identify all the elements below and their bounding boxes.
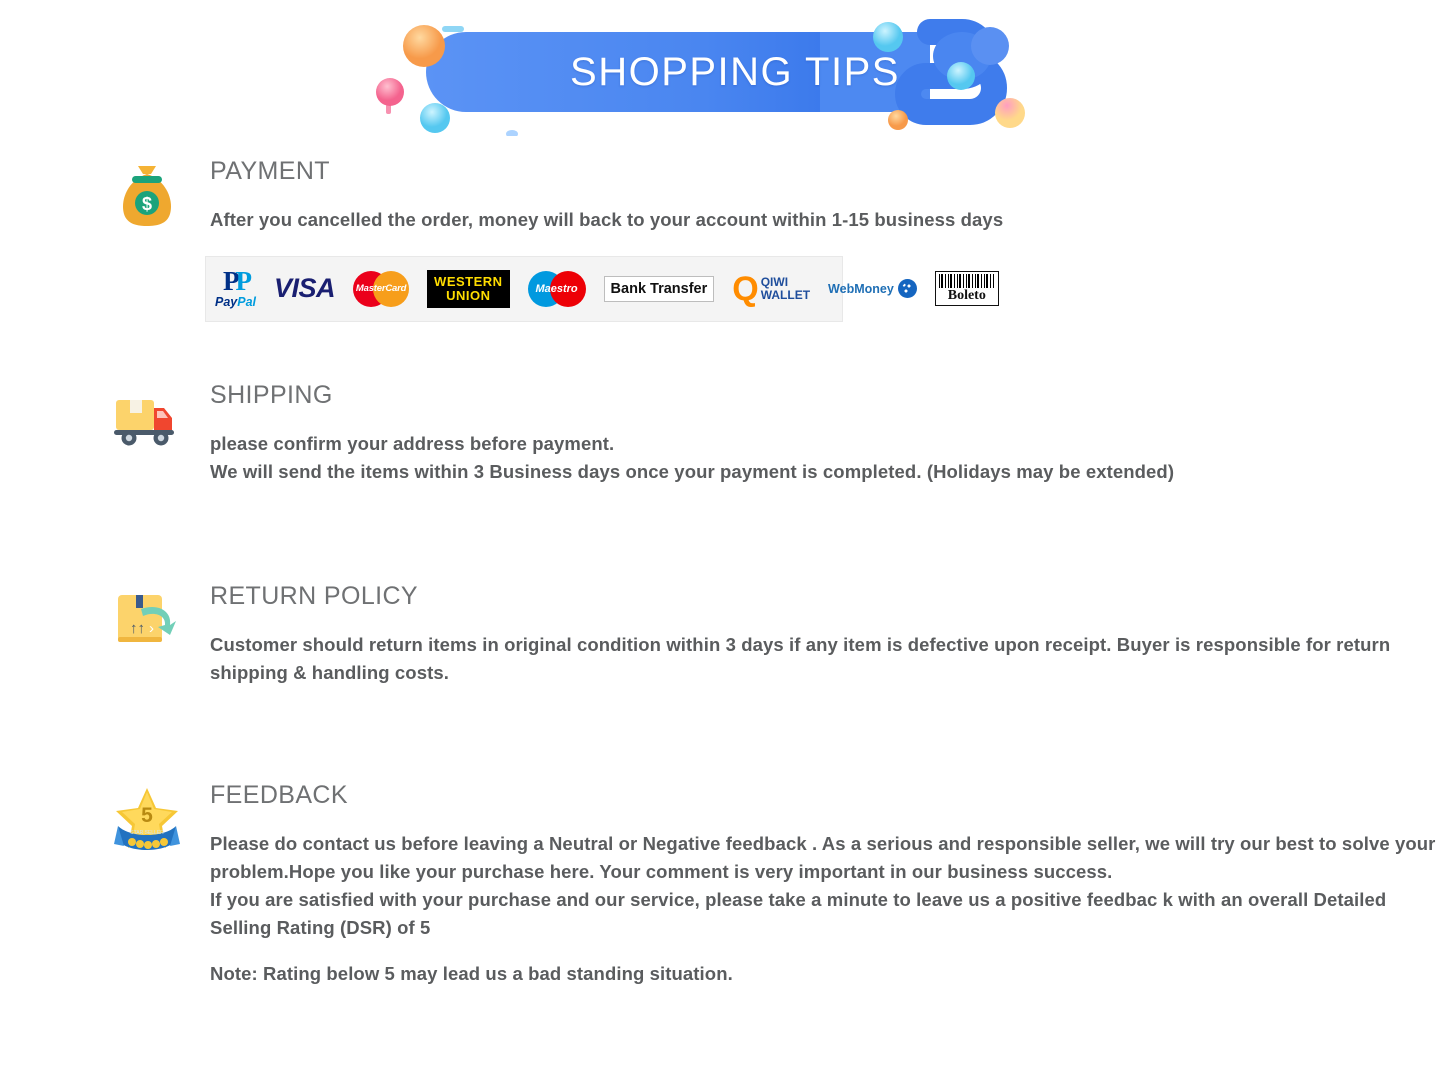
payment-method-webmoney: WebMoney — [819, 257, 926, 321]
barcode-icon — [938, 274, 995, 288]
payment-method-bank-transfer: Bank Transfer — [595, 257, 724, 321]
svg-text:5: 5 — [141, 804, 153, 827]
return-policy-text: Customer should return items in original… — [210, 633, 1391, 683]
feedback-heading: FEEDBACK — [210, 781, 348, 809]
section-feedback: 5 STAR SELLER FEEDBACK Please do contact… — [0, 781, 1445, 988]
feedback-text-paragraph-1: Please do contact us before leaving a Ne… — [210, 832, 1436, 882]
maestro-label: Maestro — [535, 282, 578, 295]
western-union-label-bottom: UNION — [446, 287, 491, 303]
paypal-glyph: PP — [223, 266, 252, 297]
payment-methods-strip: PP PayPal VISA MasterCard WESTERN UNION … — [205, 255, 999, 322]
payment-method-paypal: PP PayPal — [206, 257, 265, 321]
return-policy-heading: RETURN POLICY — [210, 582, 419, 610]
banner-title: SHOPPING TIPS — [570, 49, 900, 94]
payment-method-visa: VISA — [265, 257, 344, 321]
webmoney-logo: WebMoney — [828, 279, 917, 298]
shipping-text-line-2: We will send the items within 3 Business… — [210, 460, 1175, 482]
section-payment: $ PAYMENT After you cancelled the order,… — [0, 157, 1445, 322]
five-star-badge-icon: 5 STAR SELLER — [114, 788, 180, 850]
qiwi-label-top: QIWI — [760, 274, 789, 289]
maestro-logo: Maestro — [527, 270, 586, 307]
payment-method-qiwi-wallet: Q QIWI WALLET — [723, 257, 819, 321]
webmoney-globe-icon — [897, 279, 917, 298]
svg-text:STAR SELLER: STAR SELLER — [130, 830, 164, 836]
paypal-label: PayPal — [215, 295, 257, 310]
payment-method-mastercard: MasterCard — [344, 257, 418, 321]
section-return-policy: ↑↑ › RETURN POLICY Customer should retur… — [0, 582, 1445, 687]
qiwi-logo: Q QIWI WALLET — [732, 269, 811, 308]
feedback-note: Note: Rating below 5 may lead us a bad s… — [210, 962, 733, 984]
section-shipping: SHIPPING please confirm your address bef… — [0, 381, 1445, 486]
payment-text-line: After you cancelled the order, money wil… — [210, 208, 1004, 230]
svg-text:↑↑: ↑↑ — [130, 620, 145, 637]
shipping-text-line-1: please confirm your address before payme… — [210, 432, 615, 454]
feedback-text-paragraph-2: If you are satisfied with your purchase … — [210, 888, 1387, 938]
shipping-heading: SHIPPING — [210, 381, 333, 409]
qiwi-label-bottom: WALLET — [760, 287, 811, 302]
mastercard-label: MasterCard — [355, 283, 407, 294]
page-banner: SHOPPING TIPS — [0, 0, 1445, 140]
bank-transfer-label: Bank Transfer — [603, 275, 715, 302]
webmoney-label: WebMoney — [828, 281, 894, 296]
mastercard-logo: MasterCard — [353, 270, 410, 307]
boleto-label: Boleto — [947, 288, 986, 303]
payment-method-western-union: WESTERN UNION — [418, 257, 519, 321]
payment-heading: PAYMENT — [210, 157, 330, 185]
delivery-truck-icon — [114, 400, 174, 446]
return-box-icon: ↑↑ › — [118, 595, 176, 642]
money-bag-icon: $ — [122, 166, 172, 226]
payment-method-boleto: Boleto — [926, 257, 1008, 321]
western-union-logo: WESTERN UNION — [427, 269, 510, 308]
svg-text:›: › — [149, 620, 154, 637]
visa-label: VISA — [274, 273, 336, 303]
boleto-logo: Boleto — [934, 271, 999, 306]
western-union-label-top: WESTERN — [434, 273, 503, 289]
payment-method-maestro: Maestro — [519, 257, 595, 321]
svg-text:$: $ — [142, 194, 152, 214]
qiwi-mark: Q — [732, 269, 759, 308]
